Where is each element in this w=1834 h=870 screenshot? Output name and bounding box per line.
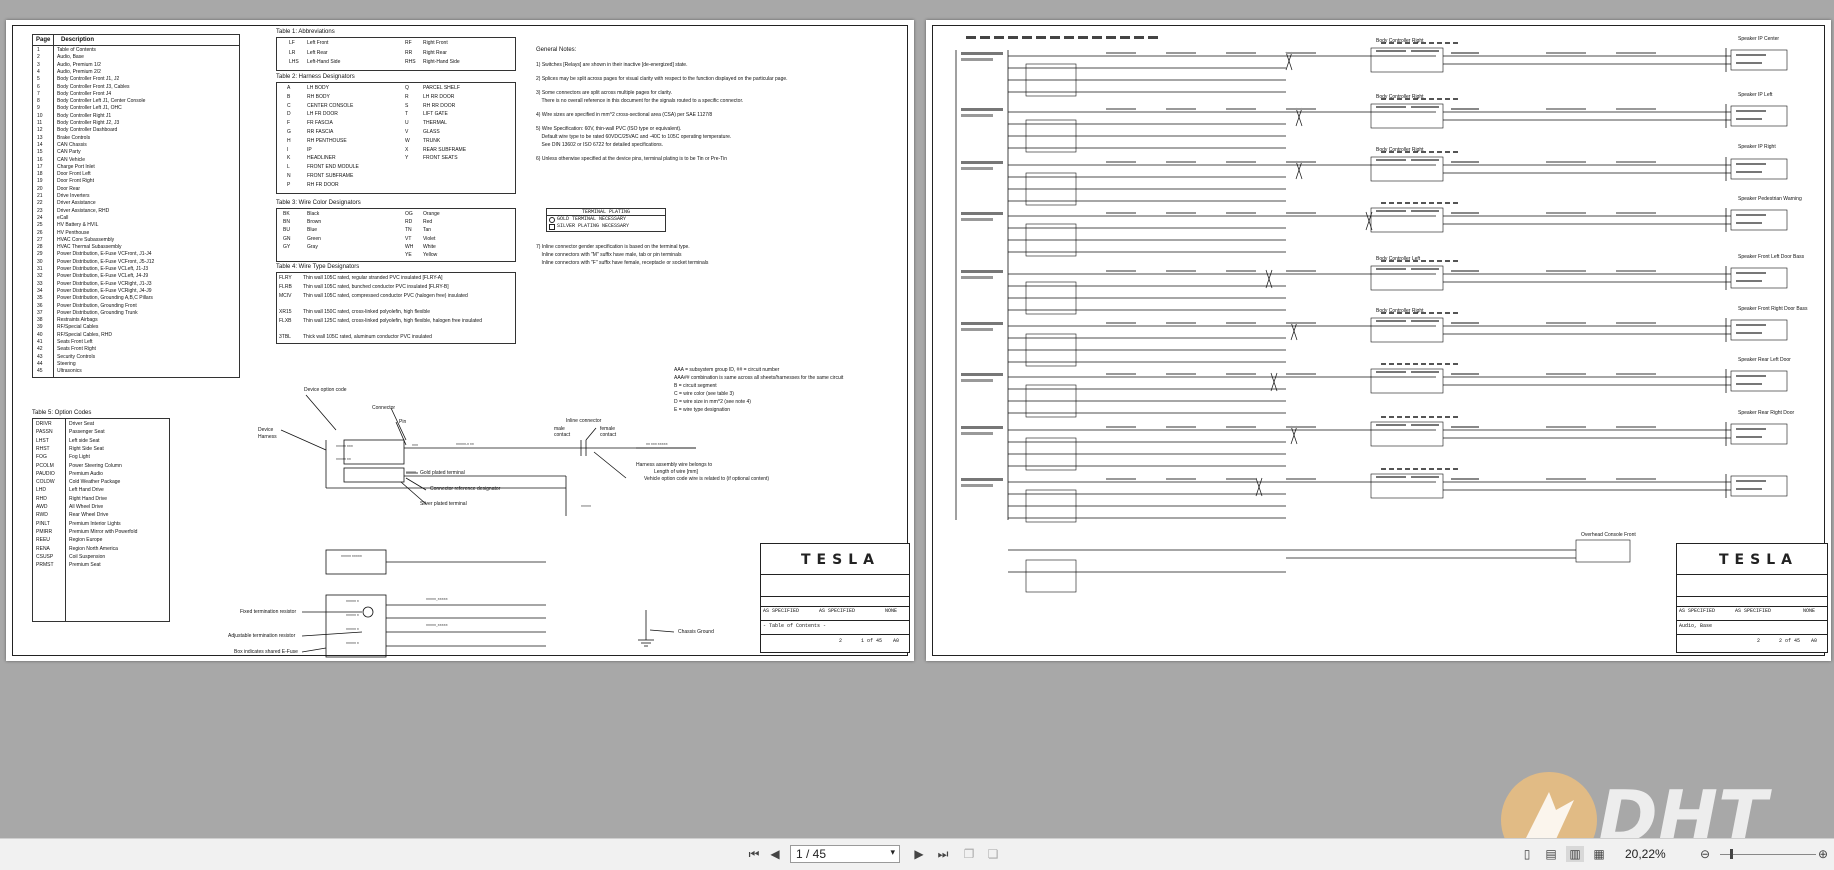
svg-text:XXXXX XXX: XXXXX XXX xyxy=(336,444,353,448)
continuous-view-icon[interactable]: ▤ xyxy=(1542,846,1560,862)
chevron-down-icon: ▾ xyxy=(890,847,895,857)
svg-text:XX XXX XXXXX: XX XXX XXXXX xyxy=(646,442,668,446)
zoom-out-icon[interactable]: ⊖ xyxy=(1696,846,1714,862)
circuit-legend-line: D = wire size in mm^2 (see note 4) xyxy=(674,399,751,405)
overhead-console-label: Overhead Console Front xyxy=(1581,532,1636,538)
zoom-slider-handle[interactable] xyxy=(1730,849,1733,859)
viewer-toolbar: ⏮ ◀ 1 / 45 ▾ ▶ ⏭ ❐ ❏ ▯ ▤ ▥ ▦ 20,22% ⊖ ⊕ xyxy=(0,838,1834,870)
legend-vehicle-option: Vehicle option code wire is related to (… xyxy=(644,476,770,482)
tb-rev: 2 xyxy=(1757,638,1761,644)
legend-shared-efuse: Box indicates shared E-Fuse xyxy=(234,649,298,655)
legend-conn-ref: Connector reference designator xyxy=(430,486,501,492)
controller-label: Body Controller Right xyxy=(1376,147,1424,153)
legend-inline: Inline connector xyxy=(566,418,602,424)
fit-width-icon[interactable]: ▦ xyxy=(1590,846,1608,862)
tb-sheet: 1 of 45 xyxy=(861,638,883,644)
two-page-view-icon[interactable]: ▥ xyxy=(1566,846,1584,862)
first-page-button[interactable]: ⏮ xyxy=(745,846,763,862)
tb-material: AS SPECIFIED xyxy=(1679,608,1716,614)
controller-label: Body Controller Right xyxy=(1376,38,1424,44)
tb-rev: 2 xyxy=(839,638,843,644)
legend-adjustable-resistor: Adjustable termination resistor xyxy=(228,633,296,639)
svg-text:XXXXX_XXXXX: XXXXX_XXXXX xyxy=(426,623,448,627)
tesla-logo: TESLA xyxy=(801,552,880,568)
tb-finishing: AS SPECIFIED xyxy=(1735,608,1772,614)
legend-female: female contact xyxy=(600,426,617,439)
single-page-view-icon[interactable]: ▯ xyxy=(1518,846,1536,862)
controller-label: Body Controller Left xyxy=(1376,256,1421,262)
pdf-page-1: Page Description 1 Table of Contents 2 Audi… xyxy=(6,20,914,661)
svg-text:XXXXX XXXXX: XXXXX XXXXX xyxy=(341,554,362,558)
controller-label: Body Controller Right xyxy=(1376,94,1424,100)
controller-label: Body Controller Right xyxy=(1376,308,1424,314)
svg-text:XXXXX X: XXXXX X xyxy=(346,613,359,617)
svg-text:XXXXX X: XXXXX X xyxy=(346,641,359,645)
speaker-label: Speaker Pedestrian Warning xyxy=(1738,196,1802,202)
circuit-legend-line: AAA = subsystem group ID, ## = circuit n… xyxy=(674,367,780,373)
legend-device-option: Device option code xyxy=(304,387,347,393)
circuit-legend-line: E = wire type designation xyxy=(674,407,731,413)
tb-size: A0 xyxy=(1811,638,1818,644)
legend-chassis-ground: Chassis Ground xyxy=(678,629,714,635)
speaker-label: Speaker Front Right Door Bass xyxy=(1738,306,1808,312)
svg-text:XXXXX X: XXXXX X xyxy=(346,599,359,603)
title-block: TESLA AS SPECIFIED AS SPECIFIED NONE Aud… xyxy=(1676,543,1828,653)
tb-title: Audio, Base xyxy=(1679,623,1713,629)
tb-material: AS SPECIFIED xyxy=(763,608,800,614)
speaker-label: Speaker IP Right xyxy=(1738,144,1776,150)
tb-finishing: AS SPECIFIED xyxy=(819,608,856,614)
legend-length: Length of wire [mm] xyxy=(654,469,698,475)
svg-text:XXXXX X: XXXXX X xyxy=(346,627,359,631)
legend-gold: Gold plated terminal xyxy=(420,470,465,476)
copy-page-icon[interactable]: ❐ xyxy=(960,846,978,862)
speaker-label: Speaker Rear Left Door xyxy=(1738,357,1791,363)
zoom-level[interactable]: 20,22% xyxy=(1625,847,1666,861)
svg-text:XXXXX XX: XXXXX XX xyxy=(336,457,351,461)
speaker-label: Speaker IP Center xyxy=(1738,36,1780,42)
svg-text:XXX: XXX xyxy=(412,443,418,447)
duplicate-page-icon[interactable]: ❏ xyxy=(984,846,1002,862)
last-page-button[interactable]: ⏭ xyxy=(934,846,952,862)
legend-fixed-resistor: Fixed termination resistor xyxy=(240,609,297,615)
legend-male: male contact xyxy=(554,426,571,439)
svg-text:XXXXX: XXXXX xyxy=(581,504,591,508)
legend-harness: Harness xyxy=(258,434,277,440)
circuit-legend-line: B = circuit segment xyxy=(674,383,717,389)
legend-harness-assembly: Harness assembly wire belongs to xyxy=(636,462,713,468)
pdf-page-2: Speaker IP Center Speaker IP Left Speaker … xyxy=(926,20,1831,661)
tb-size: A0 xyxy=(893,638,900,644)
title-block: TESLA AS SPECIFIED AS SPECIFIED NONE - T… xyxy=(760,543,910,653)
svg-text:XXXXX: XXXXX xyxy=(406,470,416,474)
svg-text:XXXXX_XXXXX: XXXXX_XXXXX xyxy=(426,597,448,601)
legend-device: Device xyxy=(258,427,274,433)
next-page-button[interactable]: ▶ xyxy=(910,846,928,862)
zoom-in-icon[interactable]: ⊕ xyxy=(1814,846,1832,862)
circuit-legend-line: AAA## combination is same across all she… xyxy=(674,375,844,381)
tb-sheet: 2 of 45 xyxy=(1779,638,1801,644)
page-number-select[interactable]: 1 / 45 ▾ xyxy=(790,845,900,863)
legend-silver: Silver plated terminal xyxy=(420,501,467,507)
prev-page-button[interactable]: ◀ xyxy=(766,846,784,862)
speaker-label: Speaker IP Left xyxy=(1738,92,1773,98)
tesla-logo: TESLA xyxy=(1719,552,1798,568)
tb-title: - Table of Contents - xyxy=(763,623,827,629)
svg-text:XXXXX-X XX: XXXXX-X XX xyxy=(456,442,474,446)
tb-scale: NONE xyxy=(885,608,898,614)
legend-connector: Connector xyxy=(372,405,396,411)
zoom-slider[interactable] xyxy=(1720,854,1816,855)
speaker-label: Speaker Front Left Door Bass xyxy=(1738,254,1805,260)
page-number-value: 1 / 45 xyxy=(796,847,827,861)
legend-pin: Pin xyxy=(399,419,407,425)
tb-scale: NONE xyxy=(1803,608,1816,614)
circuit-legend-line: C = wire color (see table 3) xyxy=(674,391,734,397)
speaker-label: Speaker Rear Right Door xyxy=(1738,410,1795,416)
